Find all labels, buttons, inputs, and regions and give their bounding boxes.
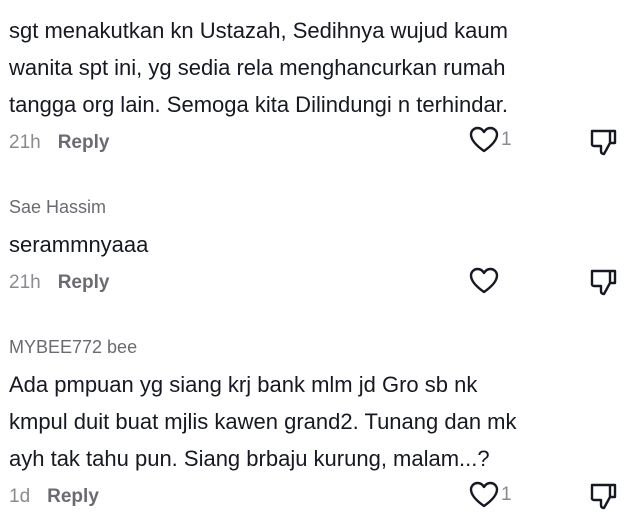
comment-text: Ada pmpuan yg siang krj bank mlm jd Gro … (9, 372, 517, 471)
thumbs-down-icon (589, 128, 617, 158)
like-button[interactable]: 1 (469, 481, 512, 509)
dislike-button[interactable] (589, 268, 617, 298)
comment-text: serammnyaaa (9, 232, 149, 257)
comment-meta: 1d Reply (9, 485, 99, 509)
like-button[interactable] (469, 267, 501, 295)
heart-outline-icon (469, 267, 499, 295)
comment-meta: 21h Reply (9, 131, 109, 155)
thumbs-down-icon (589, 482, 617, 512)
reply-button[interactable]: Reply (47, 485, 99, 509)
comment-timestamp: 21h (9, 132, 41, 153)
comment-timestamp: 1d (9, 486, 31, 507)
heart-outline-icon (469, 126, 499, 154)
comment-author[interactable]: Sae Hassim (9, 196, 106, 218)
dislike-button[interactable] (589, 482, 617, 512)
like-button[interactable]: 1 (469, 126, 512, 154)
like-count: 1 (501, 484, 512, 505)
like-count: 1 (501, 129, 512, 150)
thumbs-down-icon (589, 268, 617, 298)
reply-button[interactable]: Reply (58, 131, 110, 155)
comment-timestamp: 21h (9, 272, 41, 293)
heart-outline-icon (469, 481, 499, 509)
comment-meta: 21h Reply (9, 271, 109, 295)
comment-author[interactable]: MYBEE772 bee (9, 336, 137, 358)
comment-text: sgt menakutkan kn Ustazah, Sedihnya wuju… (9, 18, 508, 117)
dislike-button[interactable] (589, 128, 617, 158)
reply-button[interactable]: Reply (58, 271, 110, 295)
